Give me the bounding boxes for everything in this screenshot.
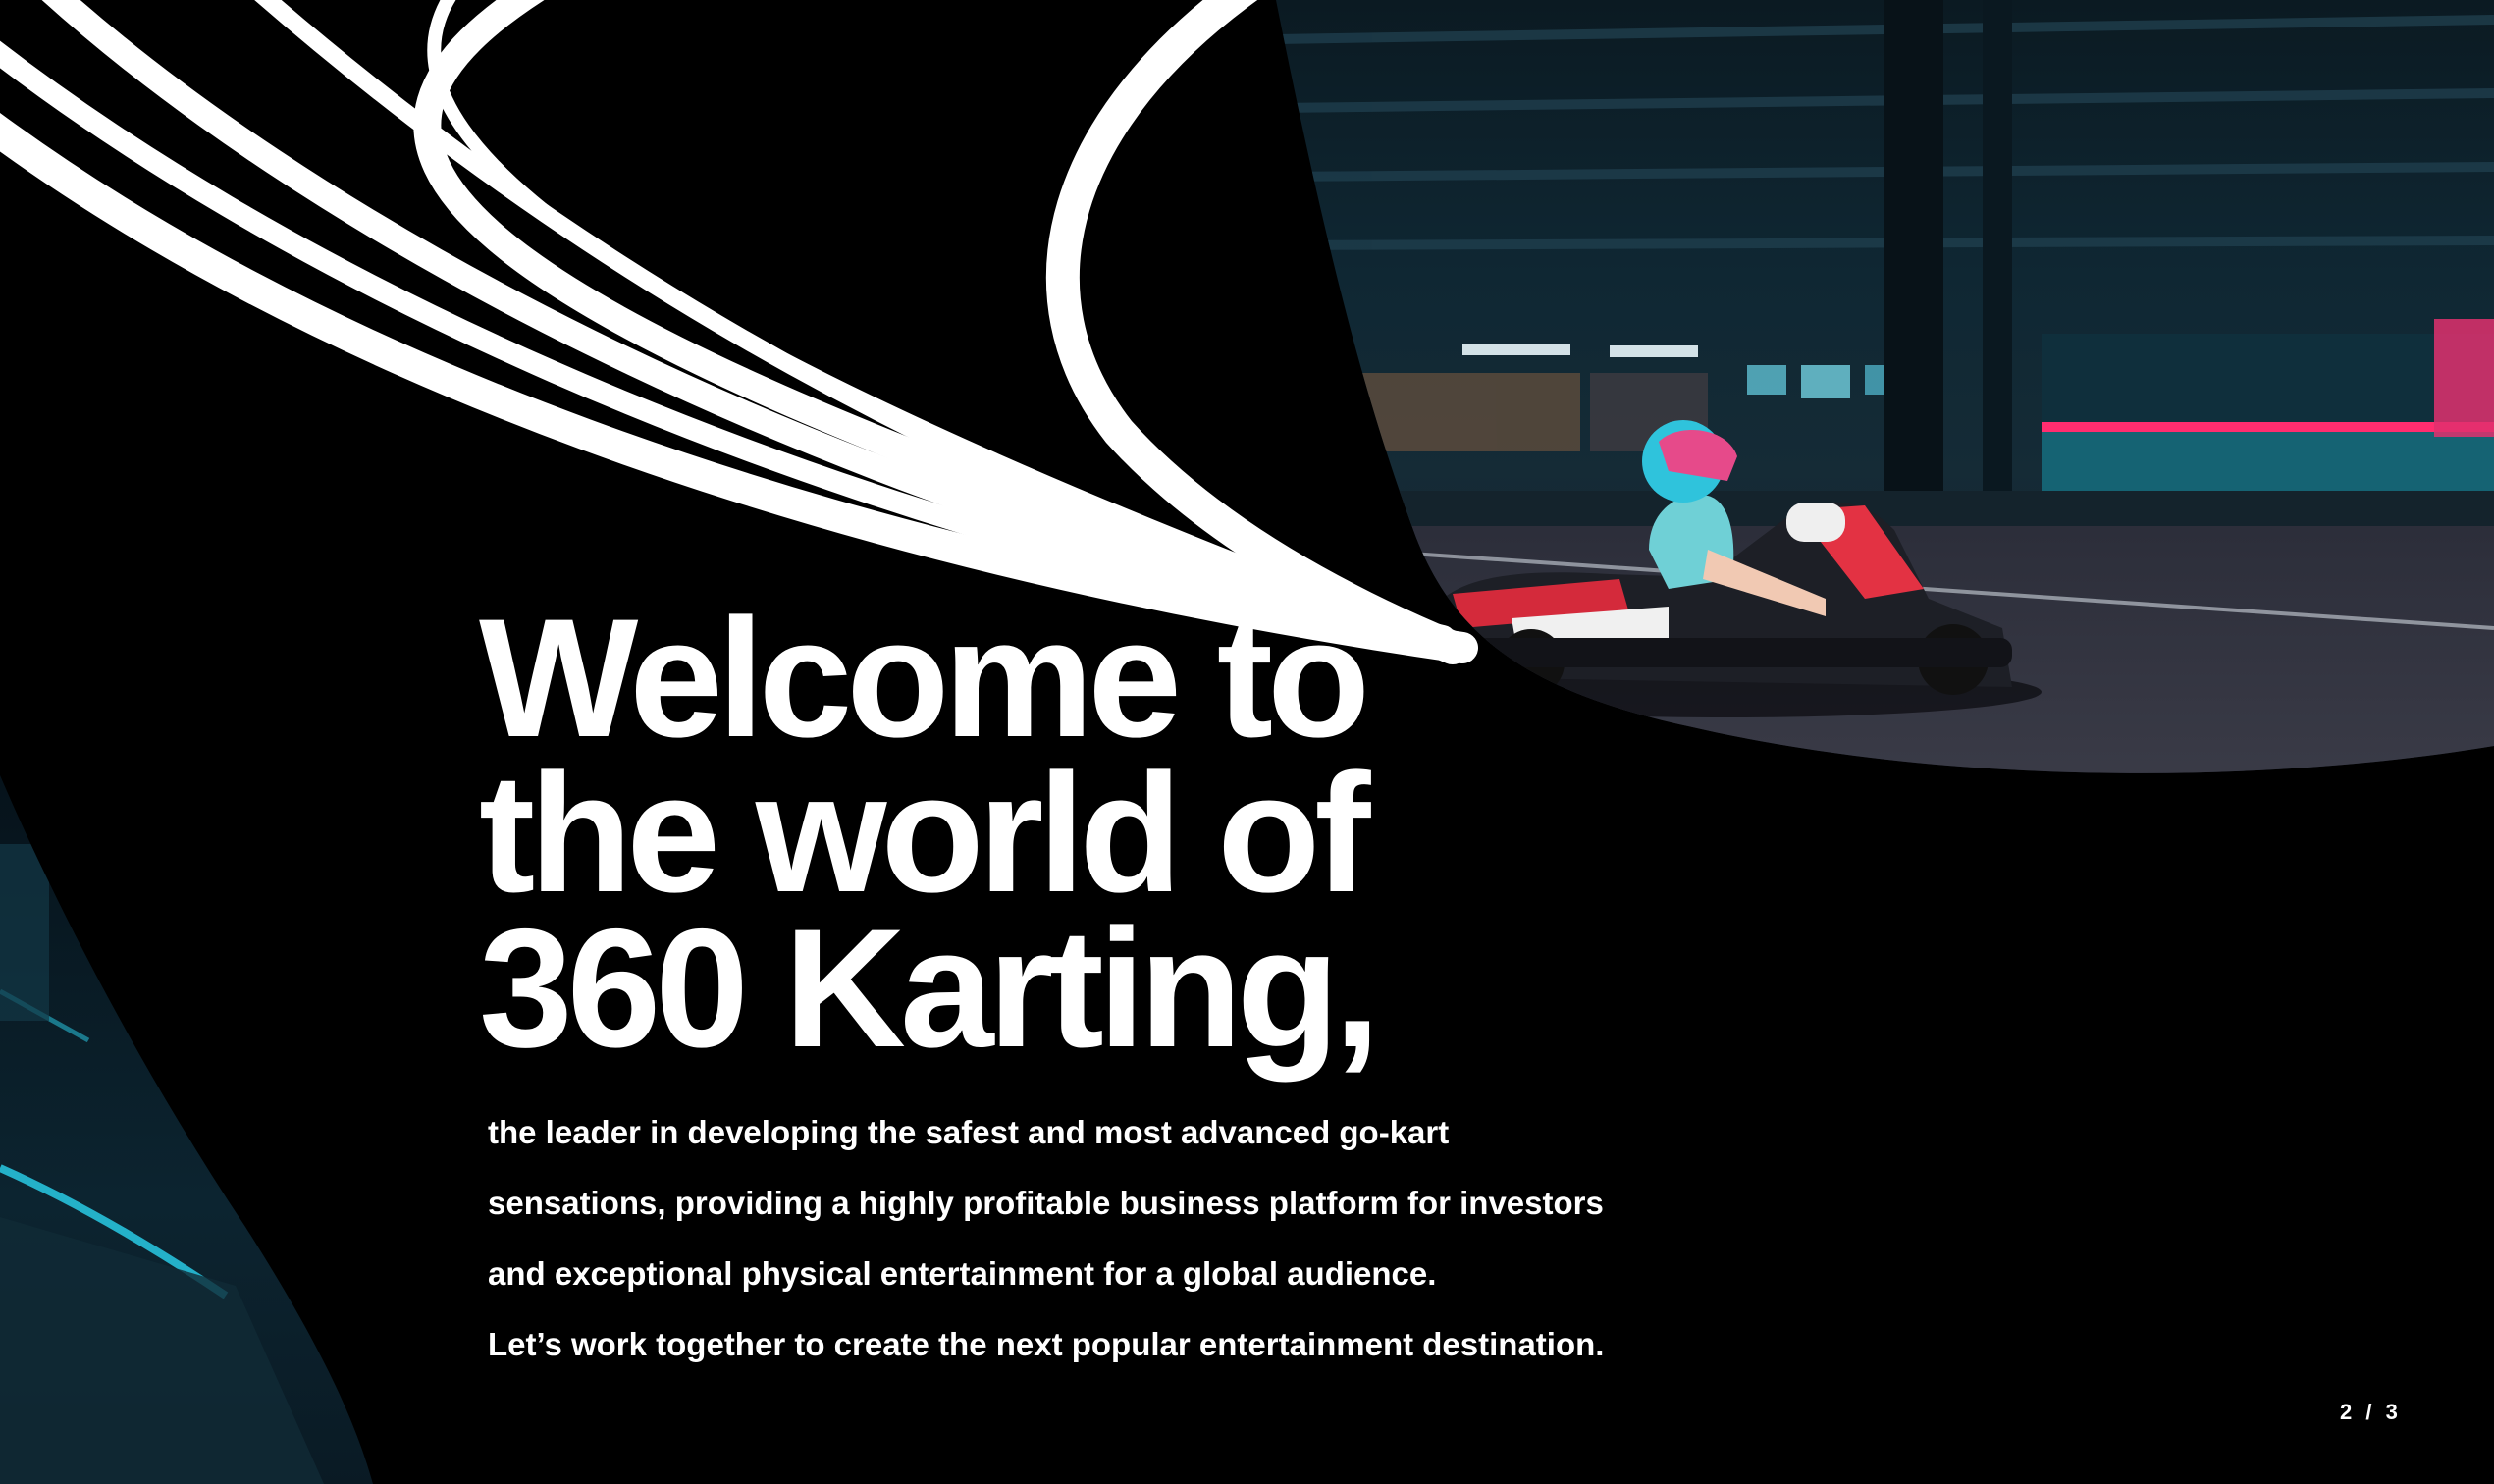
speed-lines [0,0,1478,664]
body-line-3: and exceptional physical entertainment f… [488,1255,1437,1292]
left-track-photo [0,775,373,1484]
headline-line-2: the world of [479,739,1371,928]
headline-line-1: Welcome to [479,584,1370,772]
body-line-4: Let’s work together to create the next p… [488,1326,1605,1362]
headline-line-3: 360 Karting, [479,894,1381,1083]
headline: Welcome to the world of 360 Karting, [479,584,1381,1083]
body-line-1: the leader in developing the safest and … [488,1114,1450,1150]
body-copy: the leader in developing the safest and … [488,1097,1604,1380]
body-line-2: sensations, providing a highly profitabl… [488,1185,1604,1221]
page-number: 2 / 3 [2340,1400,2402,1424]
page: Welcome to the world of 360 Karting, the… [0,0,2494,1484]
karting-photo [1276,0,2494,773]
